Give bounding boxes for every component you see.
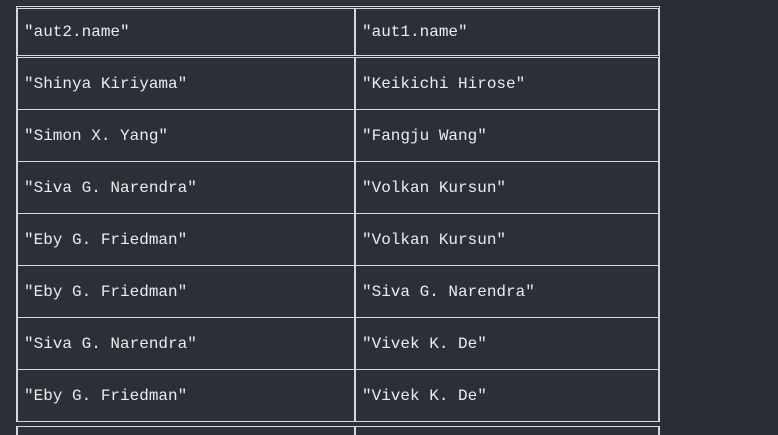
cell-aut1-name: "Volkan Kursun" bbox=[362, 230, 507, 249]
result-table: "aut2.name" "aut1.name" "Shinya Kiriyama… bbox=[16, 6, 660, 422]
column-header-aut1-name: "aut1.name" bbox=[362, 23, 468, 41]
cell-aut1-name: "Fangju Wang" bbox=[362, 126, 487, 145]
cell-aut1-name: "Volkan Kursun" bbox=[362, 178, 507, 197]
table-row: "Eby G. Friedman" "Volkan Kursun" bbox=[16, 214, 660, 266]
cell-aut2-name: "Eby G. Friedman" bbox=[18, 214, 356, 265]
cell-aut2-name: "Siva G. Narendra" bbox=[18, 318, 356, 369]
table-header-row: "aut2.name" "aut1.name" bbox=[16, 6, 660, 58]
table-column-divider bbox=[354, 427, 356, 435]
cell-aut1-name: "Vivek K. De" bbox=[362, 386, 487, 405]
cell-aut2-name: "Shinya Kiriyama" bbox=[18, 58, 356, 109]
cell-aut1-name: "Vivek K. De" bbox=[362, 334, 487, 353]
column-header-aut2-name: "aut2.name" bbox=[18, 9, 356, 55]
table-row: "Shinya Kiriyama" "Keikichi Hirose" bbox=[16, 58, 660, 110]
table-bottom-border bbox=[16, 426, 660, 435]
cell-aut2-name: "Eby G. Friedman" bbox=[18, 266, 356, 317]
table-row: "Siva G. Narendra" "Volkan Kursun" bbox=[16, 162, 660, 214]
result-panel: "aut2.name" "aut1.name" "Shinya Kiriyama… bbox=[0, 0, 662, 435]
cell-aut2-name: "Siva G. Narendra" bbox=[18, 162, 356, 213]
cell-aut2-name: "Eby G. Friedman" bbox=[18, 370, 356, 421]
table-row: "Eby G. Friedman" "Vivek K. De" bbox=[16, 370, 660, 422]
cell-aut2-name: "Simon X. Yang" bbox=[18, 110, 356, 161]
cell-aut1-name: "Siva G. Narendra" bbox=[362, 282, 535, 301]
table-row: "Eby G. Friedman" "Siva G. Narendra" bbox=[16, 266, 660, 318]
cell-aut1-name: "Keikichi Hirose" bbox=[362, 74, 526, 93]
table-row: "Simon X. Yang" "Fangju Wang" bbox=[16, 110, 660, 162]
table-row: "Siva G. Narendra" "Vivek K. De" bbox=[16, 318, 660, 370]
